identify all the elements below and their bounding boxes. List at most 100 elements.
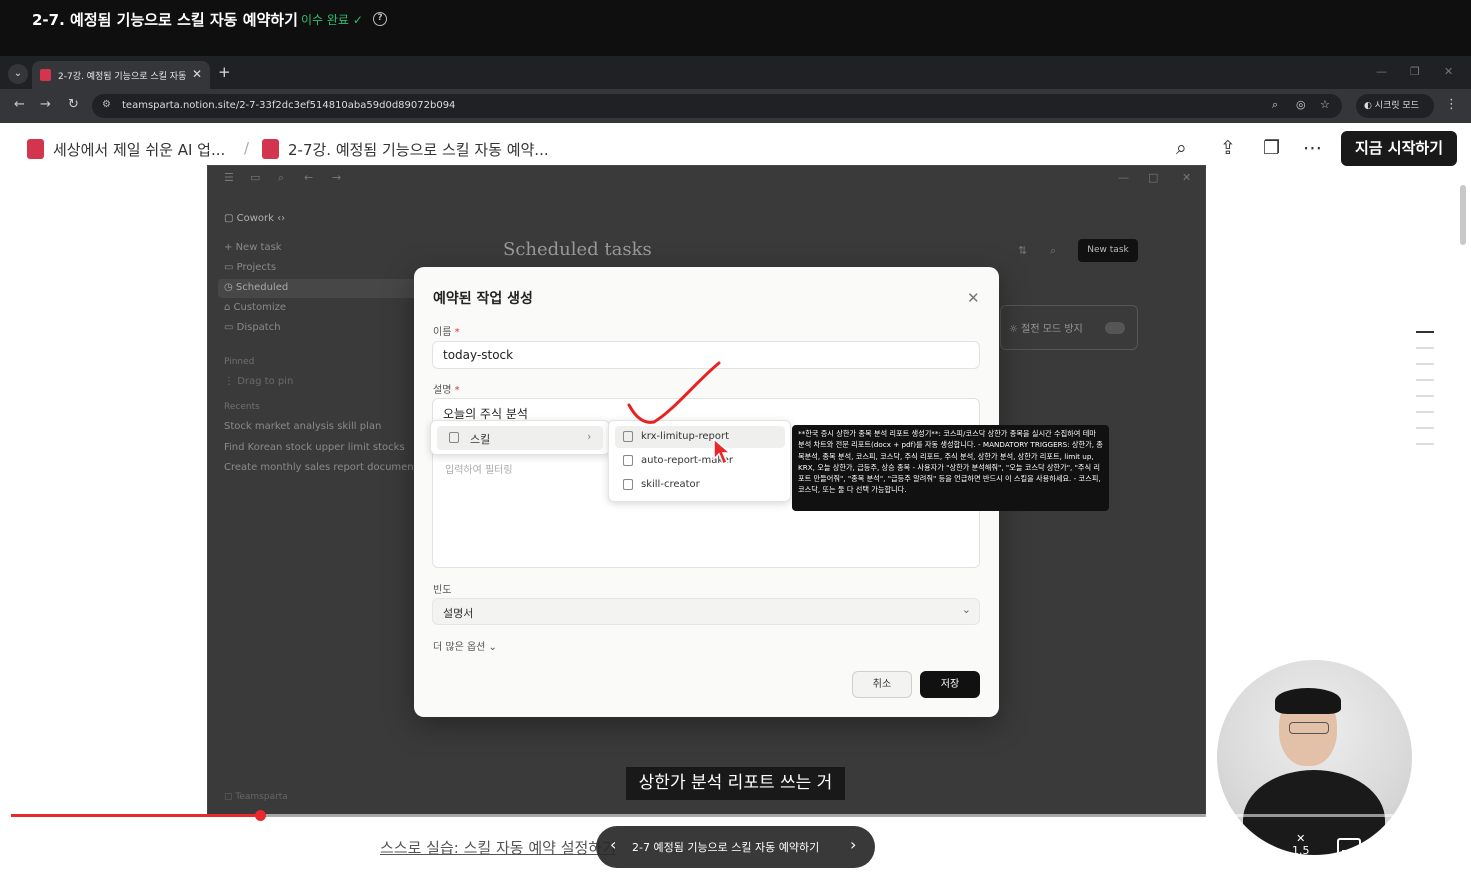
toc-marker[interactable] (1416, 331, 1434, 333)
back-icon: ← (304, 171, 314, 184)
more-options-toggle[interactable]: 더 많은 옵션 ⌄ (433, 638, 497, 653)
course-title: 2-7. 예정됨 기능으로 스킬 자동 예약하기 (32, 11, 298, 29)
more-icon[interactable]: ⋯ (1303, 137, 1322, 159)
filter-placeholder: 입력하여 필터링 (445, 465, 513, 476)
eye-off-icon[interactable]: ◎ (1296, 98, 1306, 111)
toc-marker[interactable] (1416, 395, 1434, 397)
next-lesson-icon[interactable]: › (850, 835, 856, 854)
frequency-label: 빈도 (433, 585, 452, 596)
duplicate-icon[interactable]: ❐ (1263, 137, 1280, 159)
scrollbar[interactable] (1460, 185, 1466, 245)
toc-marker[interactable] (1416, 411, 1434, 413)
notion-section-link[interactable]: 스스로 실습: 스킬 자동 예약 설정하기 (380, 837, 616, 858)
sidebar-item-projects: ▭ Projects (224, 262, 277, 273)
settings-gear-icon[interactable] (1385, 836, 1409, 860)
volume-icon[interactable] (1240, 836, 1266, 860)
check-icon: ✓ (352, 13, 363, 27)
toc-marker[interactable] (1416, 347, 1434, 349)
menu-item-skill[interactable]: 스킬 › (437, 426, 603, 450)
sidebar-icon: ▭ (250, 171, 261, 184)
name-label: 이름 * (433, 327, 460, 338)
skill-tooltip: **한국 증시 상한가 종목 분석 리포트 생성기**: 코스피/코스닥 상한가… (792, 425, 1109, 511)
prevent-sleep-label: ☼ 절전 모드 방지 (1009, 324, 1083, 335)
playback-speed[interactable]: ✕ 1.5 (1292, 833, 1310, 857)
document-icon (623, 455, 633, 466)
previous-lesson-icon[interactable]: ‹ (610, 835, 616, 854)
pinned-hint: ⋮ Drag to pin (224, 376, 294, 387)
screen: 2-7. 예정됨 기능으로 스킬 자동 예약하기 이수 완료 ✓ ? ⌄ 2-7… (0, 0, 1471, 873)
cancel-button[interactable]: 취소 (852, 671, 912, 698)
presenter-hair (1275, 688, 1341, 714)
subtitles-icon[interactable] (1337, 838, 1361, 858)
toc-marker[interactable] (1416, 427, 1434, 429)
recent-item: Stock market analysis skill plan (224, 421, 382, 432)
sidebar-item-customize: ⌂ Customize (224, 302, 287, 313)
book-icon (27, 139, 44, 159)
prevent-sleep-toggle (1105, 322, 1125, 334)
fullscreen-icon[interactable] (1433, 837, 1457, 859)
browser-tab[interactable]: 2-7강. 예정됨 기능으로 스킬 자동 예약하기 ✕ (32, 61, 210, 89)
search-icon[interactable]: ⌕ (1176, 137, 1187, 159)
pinned-header: Pinned (224, 357, 255, 367)
menu-item-skill-label: 스킬 (470, 433, 491, 446)
breadcrumb-parent[interactable]: 세상에서 제일 쉬운 AI 업... (53, 139, 225, 160)
book-icon (262, 139, 279, 159)
site-info-icon[interactable]: ⚙ (102, 99, 111, 110)
close-tab-icon[interactable]: ✕ (192, 67, 202, 81)
start-now-button[interactable]: 지금 시작하기 (1341, 131, 1457, 166)
help-icon[interactable]: ? (373, 12, 387, 26)
sort-icon: ⇅ (1018, 244, 1028, 257)
svg-text:10: 10 (22, 845, 32, 854)
skill-option[interactable]: auto-report-maker (615, 450, 785, 472)
window-close-icon[interactable]: ✕ (1444, 65, 1453, 78)
time-display: 0:47 / 4:38 (155, 838, 232, 854)
tab-search-icon[interactable]: ⌄ (8, 64, 28, 84)
breadcrumb-current[interactable]: 2-7강. 예정됨 기능으로 스킬 자동 예약... (288, 139, 549, 160)
app-titlebar: ☰ ▭ ⌕ ← → — □ ✕ (208, 166, 1205, 192)
menu-icon: ☰ (224, 171, 234, 184)
close-icon[interactable]: ✕ (967, 289, 980, 307)
skill-option[interactable]: skill-creator (615, 474, 785, 496)
address-bar[interactable]: ⚙ teamsparta.notion.site/2-7-33f2dc3ef51… (92, 94, 1342, 118)
recents-header: Recents (224, 402, 260, 412)
search-icon: ⌕ (278, 171, 285, 184)
sun-icon: ☼ (1009, 324, 1018, 335)
forward-icon[interactable]: → (40, 97, 51, 112)
rewind-10-icon[interactable]: 10 (14, 835, 40, 861)
svg-text:10: 10 (116, 845, 126, 854)
back-icon[interactable]: ← (14, 97, 25, 112)
forward-10-icon[interactable]: 10 (108, 835, 134, 861)
share-icon[interactable]: ⇪ (1220, 137, 1236, 159)
insert-menu: 스킬 › (430, 420, 610, 455)
presenter-webcam (1217, 660, 1412, 855)
presenter-glasses (1289, 722, 1329, 734)
video-frame[interactable]: ⌄ 2-7강. 예정됨 기능으로 스킬 자동 예약하기 ✕ + — ❐ ✕ ← … (0, 57, 1471, 873)
mouse-cursor-icon (713, 437, 732, 466)
document-icon (623, 479, 633, 490)
completion-status: 이수 완료 ✓ (301, 13, 363, 27)
chevron-right-icon: › (587, 430, 592, 443)
zoom-icon[interactable]: ⌕ (1272, 98, 1278, 112)
restore-icon[interactable]: ❐ (1410, 65, 1420, 78)
browser-toolbar: ← → ↻ ⚙ teamsparta.notion.site/2-7-33f2d… (0, 89, 1471, 123)
reload-icon[interactable]: ↻ (68, 97, 79, 112)
progress-fill (11, 814, 261, 817)
chevron-down-icon: ⌄ (488, 642, 497, 653)
frequency-select[interactable]: 설명서 ⌄ (432, 598, 980, 625)
toc-marker[interactable] (1416, 379, 1434, 381)
toc-marker[interactable] (1416, 443, 1434, 445)
cowork-header: ▢ Cowork ‹› (224, 213, 286, 224)
play-icon[interactable] (63, 836, 85, 860)
minimize-icon[interactable]: — (1376, 65, 1387, 78)
save-button[interactable]: 저장 (920, 671, 980, 698)
browser-menu-icon[interactable]: ⋮ (1445, 97, 1458, 112)
incognito-badge[interactable]: ◐ 시크릿 모드 (1356, 94, 1434, 118)
url-text: teamsparta.notion.site/2-7-33f2dc3ef5148… (122, 100, 456, 111)
bookmark-star-icon[interactable]: ☆ (1320, 98, 1330, 111)
forward-icon: → (332, 171, 342, 184)
description-label: 설명 * (433, 385, 460, 396)
new-tab-icon[interactable]: + (218, 63, 231, 81)
skill-submenu: krx-limitup-report auto-report-maker ski… (608, 420, 791, 502)
toc-marker[interactable] (1416, 363, 1434, 365)
prevent-sleep-card: ☼ 절전 모드 방지 (1000, 305, 1138, 350)
